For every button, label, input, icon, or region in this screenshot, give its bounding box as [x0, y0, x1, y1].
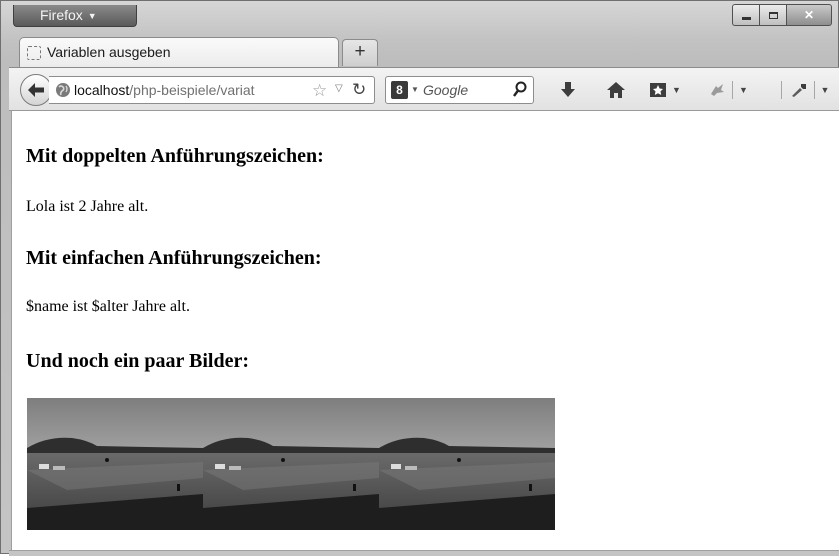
url-path: /php-beispiele/variat	[129, 82, 255, 98]
firefox-menu-arrow-icon: ▼	[87, 11, 97, 21]
bookmarks-button[interactable]: ▼	[647, 76, 683, 104]
blank-favicon-icon	[27, 46, 41, 60]
addon-icon	[711, 84, 725, 96]
download-icon	[561, 82, 575, 97]
addon-button[interactable]: ▼	[706, 76, 750, 104]
bookmarks-icon	[650, 83, 667, 97]
url-text: localhost/php-beispiele/variat	[74, 82, 306, 98]
minimize-button[interactable]	[732, 4, 759, 26]
new-tab-button[interactable]: +	[342, 39, 378, 66]
image-gallery	[27, 398, 555, 530]
developer-dropdown-icon: ▼	[820, 85, 830, 95]
developer-button[interactable]: ▼	[777, 76, 833, 104]
url-bar[interactable]: localhost/php-beispiele/variat ☆ ▽ ↻	[49, 76, 375, 104]
dev-separator	[813, 81, 815, 99]
search-engine-icon[interactable]: 8	[391, 81, 408, 99]
navigation-toolbar: localhost/php-beispiele/variat ☆ ▽ ↻ 8 ▼…	[9, 67, 839, 111]
reload-icon[interactable]: ↻	[352, 80, 366, 100]
url-host: localhost	[74, 82, 130, 98]
globe-icon	[56, 83, 70, 97]
landscape-image	[27, 398, 203, 530]
url-dropdown-icon[interactable]: ▽	[335, 83, 343, 94]
firefox-menu-label: Firefox	[40, 7, 83, 23]
bookmark-star-icon[interactable]: ☆	[312, 81, 327, 101]
maximize-button[interactable]	[759, 4, 786, 26]
text-single-quotes: $name ist $alter Jahre alt.	[26, 298, 190, 315]
back-arrow-icon	[28, 83, 44, 97]
window-bottom-border	[9, 550, 839, 556]
heading-single-quotes: Mit einfachen Anführungszeichen:	[26, 247, 322, 269]
close-icon: ✕	[803, 8, 815, 22]
dev-left-separator	[780, 81, 782, 99]
addon-separator	[732, 81, 734, 99]
minimize-icon	[741, 16, 751, 20]
tab-active[interactable]: Variablen ausgeben	[19, 37, 339, 67]
window-controls: ✕	[732, 4, 832, 26]
addon-dropdown-icon: ▼	[739, 85, 748, 95]
heading-double-quotes: Mit doppelten Anführungszeichen:	[26, 145, 324, 167]
search-icon[interactable]	[512, 81, 528, 99]
tab-title: Variablen ausgeben	[47, 44, 171, 60]
landscape-image	[379, 398, 555, 530]
page-content: Mit doppelten Anführungszeichen: Lola is…	[11, 111, 839, 551]
back-button[interactable]	[20, 74, 52, 106]
home-button[interactable]	[604, 76, 628, 104]
search-engine-dropdown-icon[interactable]: ▼	[411, 85, 419, 94]
search-input[interactable]: Google	[423, 82, 468, 98]
search-bar[interactable]: 8 ▼ Google	[385, 76, 534, 104]
firefox-menu-button[interactable]: Firefox ▼	[13, 5, 137, 27]
heading-images: Und noch ein paar Bilder:	[26, 350, 249, 372]
developer-icon	[791, 84, 806, 97]
bookmarks-dropdown-icon: ▼	[672, 85, 681, 95]
landscape-image	[203, 398, 379, 530]
download-button[interactable]	[557, 76, 579, 104]
text-double-quotes: Lola ist 2 Jahre alt.	[26, 198, 149, 215]
close-button[interactable]: ✕	[786, 4, 832, 26]
maximize-icon	[768, 11, 778, 19]
home-icon	[607, 82, 625, 98]
browser-window: Firefox ▼ ✕ Variablen ausgeben + localhos…	[0, 0, 839, 556]
